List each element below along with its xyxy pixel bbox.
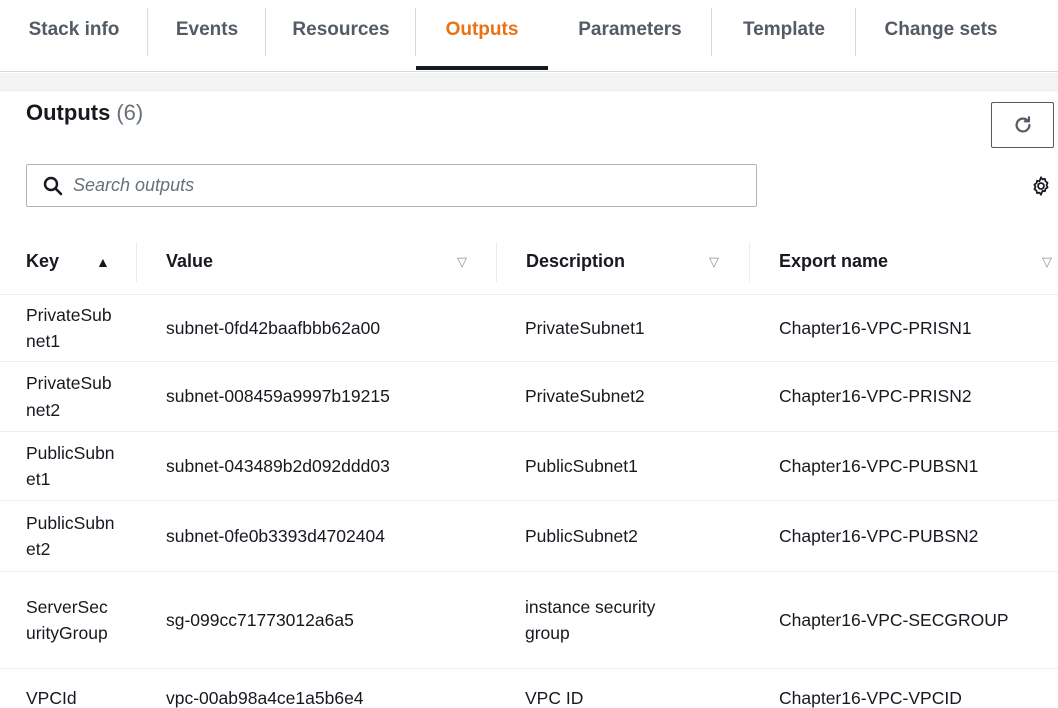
output-value: subnet-0fe0b3393d4702404 (166, 525, 385, 546)
column-header-description[interactable]: Description ▽ (497, 228, 750, 295)
table-row: PrivateSubnet1 subnet-0fd42baafbbb62a00 … (0, 295, 1058, 362)
tab-label: Template (742, 19, 825, 40)
output-value: subnet-043489b2d092ddd03 (166, 455, 390, 476)
table-settings-button[interactable] (1027, 172, 1055, 200)
tab-events[interactable]: Events (148, 0, 266, 70)
output-description: instance security group (525, 596, 656, 643)
output-description: PrivateSubnet2 (525, 386, 645, 407)
search-input[interactable] (73, 175, 733, 196)
sort-icon: ▽ (1042, 253, 1052, 269)
table-header: Key ▲ Value ▽ Description ▽ Export name … (0, 228, 1058, 295)
output-export-name: Chapter16-VPC-VPCID (779, 687, 962, 708)
output-value: sg-099cc71773012a6a5 (166, 609, 354, 630)
tab-content-separator (0, 73, 1058, 91)
outputs-count: (6) (116, 100, 144, 125)
column-header-key[interactable]: Key ▲ (0, 228, 137, 295)
output-key: ServerSecurityGroup (26, 596, 108, 643)
sort-icon: ▽ (709, 253, 719, 269)
page-title-text: Outputs (26, 100, 111, 125)
column-label: Value (166, 251, 214, 271)
output-export-name: Chapter16-VPC-PRISN1 (779, 317, 972, 338)
output-value: subnet-0fd42baafbbb62a00 (166, 317, 381, 338)
output-description: PublicSubnet1 (525, 455, 638, 476)
output-description: PublicSubnet2 (525, 525, 638, 546)
table-row: PublicSubnet2 subnet-0fe0b3393d4702404 P… (0, 501, 1058, 572)
output-description: PrivateSubnet1 (525, 317, 645, 338)
output-key: PrivateSubnet1 (26, 304, 112, 351)
tab-label: Change sets (884, 19, 998, 40)
table-row: PrivateSubnet2 subnet-008459a9997b19215 … (0, 362, 1058, 432)
column-header-export-name[interactable]: Export name ▽ (750, 228, 1058, 295)
output-description: VPC ID (525, 687, 584, 708)
tab-template[interactable]: Template (712, 0, 856, 70)
tab-bar: Stack info Events Resources Outputs Para… (0, 0, 1058, 72)
page-title: Outputs (6) (26, 100, 143, 126)
tab-parameters[interactable]: Parameters (548, 0, 712, 70)
column-label: Description (526, 251, 626, 271)
tab-label: Events (175, 19, 239, 40)
tab-resources[interactable]: Resources (266, 0, 416, 70)
output-key: VPCId (26, 687, 77, 708)
tab-label: Resources (292, 19, 390, 40)
output-key: PublicSubnet2 (26, 512, 115, 559)
output-key: PrivateSubnet2 (26, 373, 112, 420)
table-row: ServerSecurityGroup sg-099cc71773012a6a5… (0, 572, 1058, 669)
gear-icon (1033, 176, 1049, 196)
tab-stack-info[interactable]: Stack info (0, 0, 148, 70)
tab-label: Stack info (28, 19, 120, 40)
output-export-name: Chapter16-VPC-PRISN2 (779, 386, 972, 407)
sort-icon: ▽ (457, 253, 467, 269)
search-box[interactable] (26, 164, 757, 207)
refresh-button[interactable] (991, 102, 1054, 148)
output-value: vpc-00ab98a4ce1a5b6e4 (166, 687, 364, 708)
output-key: PublicSubnet1 (26, 442, 115, 489)
column-header-value[interactable]: Value ▽ (137, 228, 497, 295)
output-export-name: Chapter16-VPC-PUBSN2 (779, 525, 979, 546)
refresh-icon (1015, 116, 1031, 133)
column-label: Key (26, 251, 60, 271)
table-row: PublicSubnet1 subnet-043489b2d092ddd03 P… (0, 432, 1058, 501)
output-export-name: Chapter16-VPC-PUBSN1 (779, 455, 979, 476)
search-icon (33, 166, 73, 206)
active-tab-indicator (416, 66, 548, 70)
output-export-name: Chapter16-VPC-SECGROUP (779, 609, 1009, 630)
output-value: subnet-008459a9997b19215 (166, 386, 390, 407)
sort-ascending-icon: ▲ (96, 253, 110, 270)
table-row: VPCId vpc-00ab98a4ce1a5b6e4 VPC ID Chapt… (0, 669, 1058, 708)
tab-outputs[interactable]: Outputs (416, 0, 548, 70)
tab-label: Outputs (445, 19, 519, 40)
tab-change-sets[interactable]: Change sets (856, 0, 1026, 70)
column-label: Export name (779, 251, 889, 271)
tab-label: Parameters (578, 19, 682, 40)
